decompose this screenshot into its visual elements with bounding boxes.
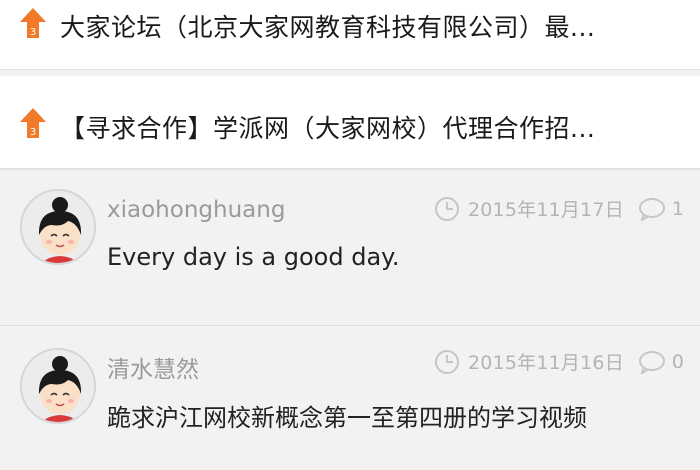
post-date: 2015年11月16日 xyxy=(467,352,624,374)
topic-row-2[interactable]: 3 【寻求合作】学派网（大家网校）代理合作招... xyxy=(0,76,700,168)
post-content: 跪求沪江网校新概念第一至第四册的学习视频 xyxy=(107,404,587,432)
avatar-girl-icon xyxy=(22,191,94,263)
topic-title: 【寻求合作】学派网（大家网校）代理合作招... xyxy=(60,114,596,143)
clock-icon xyxy=(434,349,459,374)
comment-icon xyxy=(638,350,665,374)
rank-number: 3 xyxy=(30,27,36,38)
username[interactable]: xiaohonghuang xyxy=(107,197,285,223)
rank-number: 3 xyxy=(30,127,36,138)
post-item-2[interactable]: 清水慧然 2015年11月16日 0 跪求沪江网校新概念第一至第四册的学习视频 xyxy=(0,325,700,470)
topic-title: 大家论坛（北京大家网教育科技有限公司）最... xyxy=(60,13,596,42)
post-date: 2015年11月17日 xyxy=(467,199,624,221)
username[interactable]: 清水慧然 xyxy=(107,350,199,384)
avatar-girl-icon xyxy=(22,350,94,422)
post-item-1[interactable]: xiaohonghuang 2015年11月17日 1 Every day is… xyxy=(0,171,700,325)
avatar[interactable] xyxy=(20,348,96,424)
comment-icon xyxy=(638,197,665,221)
comment-count: 1 xyxy=(671,197,684,220)
topic-row-1[interactable]: 3 大家论坛（北京大家网教育科技有限公司）最... xyxy=(0,0,700,70)
rank-up-arrow-icon: 3 xyxy=(20,108,46,138)
avatar[interactable] xyxy=(20,189,96,265)
comment-count: 0 xyxy=(671,350,684,373)
post-meta: 2015年11月16日 0 xyxy=(434,348,684,375)
clock-icon xyxy=(434,196,459,221)
post-meta: 2015年11月17日 1 xyxy=(434,195,684,222)
rank-up-arrow-icon: 3 xyxy=(20,8,46,38)
post-content: Every day is a good day. xyxy=(107,243,400,271)
